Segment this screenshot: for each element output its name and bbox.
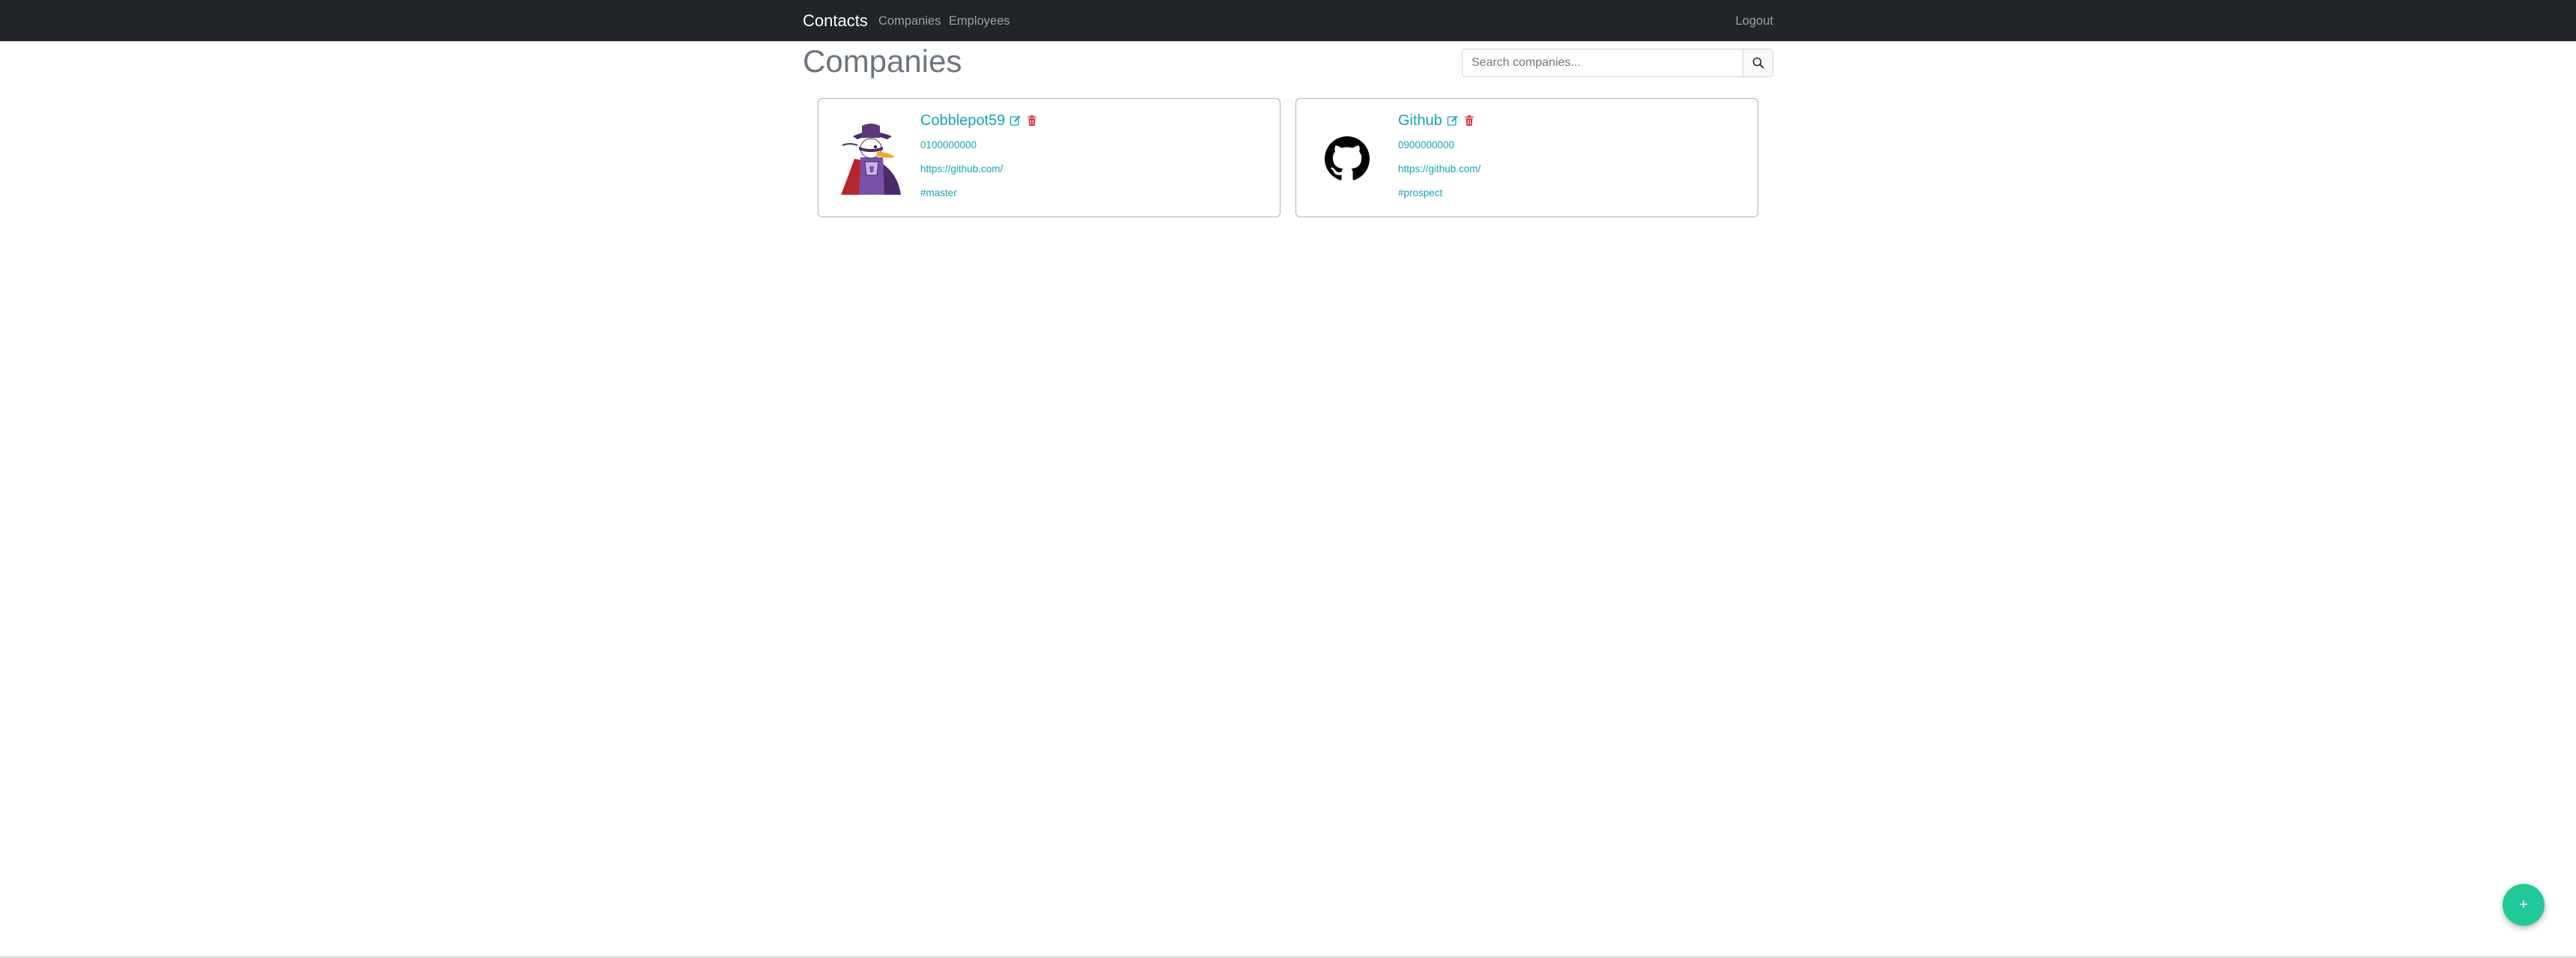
company-name-link[interactable]: Cobblepot59 xyxy=(920,111,1005,130)
search-input[interactable] xyxy=(1462,49,1743,77)
search-button[interactable] xyxy=(1743,49,1773,77)
trash-icon[interactable] xyxy=(1463,115,1475,127)
github-logo-icon xyxy=(1325,136,1370,181)
trash-icon[interactable] xyxy=(1026,115,1038,127)
search-icon xyxy=(1752,57,1764,69)
search-bar xyxy=(1462,49,1773,77)
company-phone-link[interactable]: 0100000000 xyxy=(920,139,976,152)
company-title-row: Github xyxy=(1398,111,1475,130)
nav-link-companies[interactable]: Companies xyxy=(878,11,941,31)
edit-icon[interactable] xyxy=(1009,115,1021,127)
navbar: Contacts Companies Employees Logout xyxy=(0,0,2576,41)
company-title-row: Cobblepot59 xyxy=(920,111,1038,130)
company-tag-link[interactable]: #prospect xyxy=(1398,187,1442,200)
logout-link[interactable]: Logout xyxy=(1736,11,1773,31)
edit-icon[interactable] xyxy=(1447,115,1459,127)
company-name-link[interactable]: Github xyxy=(1398,111,1442,130)
company-phone-link[interactable]: 0900000000 xyxy=(1398,139,1454,152)
company-tag-link[interactable]: #master xyxy=(920,187,957,200)
page-title: Companies xyxy=(803,43,962,79)
company-card: Github 0900000000 https://github.com/ #p… xyxy=(1295,98,1758,217)
company-card: Cobblepot59 0100000000 https://github.co… xyxy=(818,98,1281,217)
darkwing-duck-character-image xyxy=(841,124,901,195)
nav-link-employees[interactable]: Employees xyxy=(949,11,1010,31)
add-company-button[interactable]: + xyxy=(2503,884,2545,926)
company-url-link[interactable]: https://github.com/ xyxy=(920,163,1003,176)
plus-icon: + xyxy=(2519,897,2528,913)
brand-link[interactable]: Contacts xyxy=(803,10,868,32)
company-url-link[interactable]: https://github.com/ xyxy=(1398,163,1480,176)
